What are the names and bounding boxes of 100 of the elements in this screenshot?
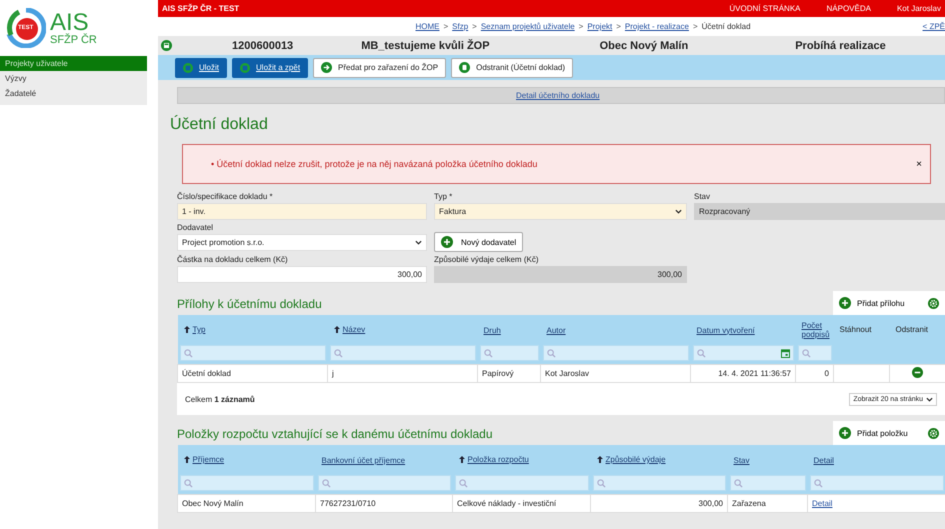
column-header[interactable]: Druh [484, 326, 501, 334]
search-icon [184, 348, 192, 358]
amount-field[interactable]: 300,00 [177, 266, 427, 283]
add-attachment-button[interactable]: Přidat přílohu [839, 297, 905, 309]
detail-link[interactable]: Detail [812, 499, 832, 508]
column-header[interactable]: Stav [734, 456, 750, 464]
calendar-icon [780, 348, 790, 358]
page-heading: Účetní doklad [170, 116, 269, 134]
column-header[interactable]: Bankovní účet příjemce [322, 456, 406, 464]
column-header: Odstranit [896, 325, 928, 334]
save-icon [183, 62, 193, 72]
search-icon [322, 478, 330, 488]
table-cell: Obec Nový Malín [178, 494, 316, 512]
toolbar-button[interactable]: Odstranit (Účetní doklad) [451, 58, 574, 78]
column-header[interactable]: Detail [814, 456, 834, 464]
top-link[interactable]: Kot Jaroslav [896, 4, 941, 13]
plus-icon [839, 427, 851, 439]
add-item-button[interactable]: Přidat položku [839, 427, 908, 439]
filter-field[interactable] [810, 475, 944, 491]
column-header[interactable]: Položka rozpočtu [458, 455, 529, 464]
column-header[interactable]: Typ [184, 325, 206, 334]
number-field[interactable]: 1 - inv. [177, 203, 427, 220]
state-field: Rozpracovaný [694, 203, 945, 220]
search-icon [334, 348, 342, 358]
plus-icon [839, 297, 851, 309]
save-icon [240, 62, 250, 72]
close-button[interactable]: × [916, 158, 922, 170]
search-icon [814, 478, 822, 488]
search-icon [596, 478, 606, 488]
filter-field[interactable] [318, 475, 450, 491]
filter-field[interactable] [480, 345, 538, 361]
plus-icon [441, 236, 453, 248]
search-icon [546, 348, 556, 358]
settings-button[interactable] [928, 428, 939, 438]
filter-field[interactable] [692, 345, 794, 361]
table-cell: Celkové náklady - investiční [452, 494, 590, 512]
search-icon [184, 478, 192, 488]
filter-field[interactable] [798, 345, 832, 361]
table-cell: 77627231/0710 [316, 494, 452, 512]
detail-link[interactable]: Detail účetního dokladu [516, 91, 600, 100]
toolbar-button[interactable]: Uložit [175, 58, 228, 78]
new-supplier-button[interactable]: Nový dodavatel [434, 232, 524, 252]
back-link[interactable]: < ZPĚ [922, 22, 945, 31]
filter-field[interactable] [454, 475, 588, 491]
table-cell: j [328, 364, 478, 382]
filter-field[interactable] [180, 345, 326, 361]
field-label: Dodavatel [177, 223, 214, 232]
top-link[interactable]: ÚVODNÍ STRÁNKA [729, 4, 800, 13]
settings-button[interactable] [928, 298, 939, 308]
search-icon [734, 478, 742, 488]
table-cell: Kot Jaroslav [540, 364, 690, 382]
section-title: Položky rozpočtu vztahující se k danému účetnímu dokladu [177, 427, 493, 441]
filter-field[interactable] [592, 475, 726, 491]
search-icon [696, 348, 706, 358]
field-label: Číslo/specifikace dokladu * [177, 192, 274, 201]
settings-icon [928, 428, 939, 438]
column-header[interactable]: Způsobilé výdaje [596, 455, 666, 464]
breadcrumb-link[interactable]: Sfzp [452, 22, 468, 31]
search-icon [458, 478, 468, 488]
filter-field[interactable] [180, 475, 314, 491]
toolbar-button[interactable]: Uložit a zpět [232, 58, 308, 78]
sidebar-item[interactable]: Projekty uživatele [0, 56, 147, 71]
project-name: MB_testujeme kvůli ŽOP [361, 40, 490, 52]
filter-field[interactable] [330, 345, 476, 361]
column-header[interactable]: Název [334, 325, 366, 334]
breadcrumb-separator: > [443, 22, 448, 31]
breadcrumb-link[interactable]: Projekt - realizace [624, 22, 689, 31]
logo-title: AIS [50, 10, 89, 34]
table-cell: Papírový [478, 364, 540, 382]
type-select[interactable]: Faktura [434, 203, 687, 220]
supplier-select[interactable]: Project promotion s.r.o. [177, 234, 427, 251]
breadcrumb-link[interactable]: HOME [415, 22, 440, 31]
project-status: Probíhá realizace [795, 40, 886, 52]
column-header[interactable]: Datum vytvoření [696, 326, 755, 334]
search-icon [484, 348, 492, 358]
breadcrumb-link[interactable]: Projekt [587, 22, 612, 31]
record-count: Celkem 1 záznamů [185, 394, 255, 404]
project-number: 1200600013 [232, 40, 294, 52]
table-cell: 300,00 [590, 494, 728, 512]
breadcrumb-current: Účetní doklad [702, 22, 751, 31]
table-cell: 0 [796, 364, 834, 382]
applicant-name: Obec Nový Malín [600, 40, 688, 52]
filter-field[interactable] [730, 475, 806, 491]
error-message: • Účetní doklad nelze zrušit, protože je na něj navázaná položka účetního dokladu [211, 159, 538, 169]
top-link[interactable]: NÁPOVĚDA [826, 4, 871, 13]
sidebar-item[interactable]: Žadatelé [0, 86, 147, 101]
filter-field[interactable] [542, 345, 688, 361]
table-cell: Účetní doklad [178, 364, 328, 382]
field-label: Typ * [434, 192, 454, 201]
toolbar-button[interactable]: Předat pro zařazení do ŽOP [313, 58, 446, 78]
column-header[interactable]: Autor [546, 326, 566, 334]
table-cell: Zařazena [728, 494, 808, 512]
sidebar-item[interactable]: Výzvy [0, 71, 147, 86]
column-header: Stáhnout [840, 325, 872, 334]
breadcrumb-separator: > [616, 22, 621, 31]
column-header[interactable]: Příjemce [184, 455, 224, 464]
remove-button[interactable] [912, 367, 923, 378]
table-cell: 14. 4. 2021 11:36:57 [690, 364, 796, 382]
field-label: Částka na dokladu celkem (Kč) [177, 255, 289, 264]
breadcrumb-link[interactable]: Seznam projektů uživatele [480, 22, 575, 31]
